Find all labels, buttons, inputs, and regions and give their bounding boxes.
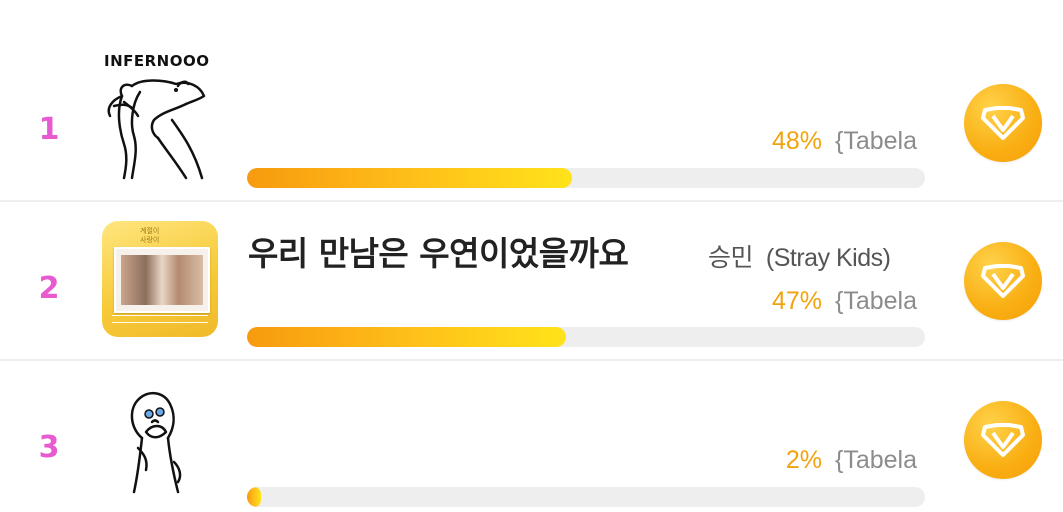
tabela-link[interactable]: {Tabela — [835, 287, 917, 316]
rank-number: 1 — [38, 112, 60, 147]
vote-percentage: 48% — [771, 127, 822, 155]
vote-progress-fill — [247, 327, 566, 347]
vote-progress-bar — [247, 327, 925, 347]
vote-percentage: 2% — [785, 446, 822, 474]
meme-drawing-icon — [102, 64, 218, 180]
vote-progress-fill — [247, 168, 573, 188]
cover-photo-frame — [114, 247, 210, 313]
heart-diamond-icon[interactable] — [964, 401, 1042, 479]
vote-progress-bar — [247, 487, 925, 507]
heart-diamond-icon[interactable] — [964, 84, 1042, 162]
rank-number: 2 — [38, 271, 60, 306]
cover-photo — [121, 255, 203, 305]
ranking-row: 2 계절이 사랑이 우리 만남은 우연이었을까요 승민 (Stray Kids)… — [0, 201, 1063, 360]
vote-progress-fill — [247, 487, 261, 507]
album-cover[interactable]: 계절이 사랑이 — [102, 221, 218, 337]
artist-name: 승민 (Stray Kids) — [708, 244, 891, 272]
ranking-row: 1 INFERNOOO 48% {Tabela — [0, 0, 1063, 201]
tabela-link[interactable]: {Tabela — [835, 446, 917, 475]
vote-percentage: 47% — [771, 287, 822, 315]
tabela-link[interactable]: {Tabela — [835, 127, 917, 156]
vote-progress-bar — [247, 168, 925, 188]
heart-diamond-icon[interactable] — [964, 242, 1042, 320]
vote-ranking-list: 1 INFERNOOO 48% {Tabela 2 계절이 사랑이 우리 만남은… — [0, 0, 1063, 512]
ranking-row: 3 2% {Tabela — [0, 360, 1063, 512]
song-title[interactable]: 우리 만남은 우연이었을까요 — [248, 227, 629, 275]
shy-meme-drawing-icon — [102, 378, 218, 494]
cover-text: 계절이 사랑이 — [140, 227, 160, 244]
cover-decoration — [112, 315, 208, 323]
rank-number: 3 — [38, 430, 60, 465]
